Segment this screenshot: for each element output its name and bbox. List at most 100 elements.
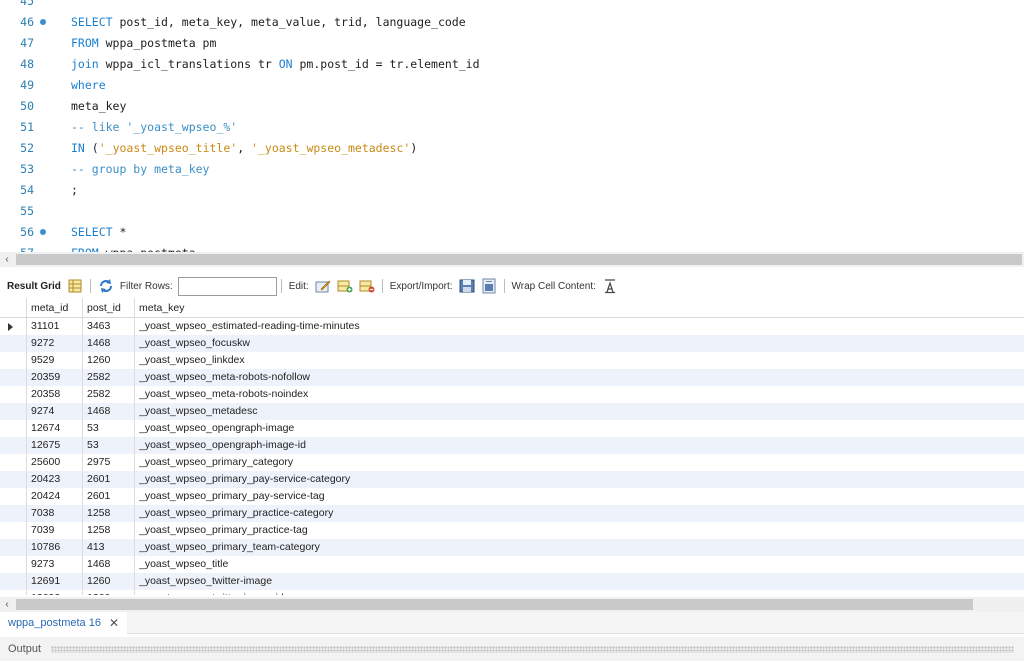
table-row[interactable]: 25600 2975 _yoast_wpseo_primary_category bbox=[0, 454, 1024, 471]
column-divider[interactable] bbox=[134, 298, 135, 595]
table-row[interactable]: 12692 1260 _yoast_wpseo_twitter-image-id bbox=[0, 590, 1024, 595]
scroll-left-icon[interactable]: ‹ bbox=[2, 597, 12, 612]
table-cell-meta-key[interactable]: _yoast_wpseo_primary_practice-tag bbox=[139, 522, 1019, 539]
table-row[interactable]: 9274 1468 _yoast_wpseo_metadesc bbox=[0, 403, 1024, 420]
table-cell-meta-key[interactable]: _yoast_wpseo_twitter-image-id bbox=[139, 590, 1019, 595]
table-cell-post-id[interactable]: 1258 bbox=[87, 505, 135, 522]
table-cell-meta-key[interactable]: _yoast_wpseo_opengraph-image-id bbox=[139, 437, 1019, 454]
table-row[interactable]: 7038 1258 _yoast_wpseo_primary_practice-ca… bbox=[0, 505, 1024, 522]
table-cell-meta-key[interactable]: _yoast_wpseo_linkdex bbox=[139, 352, 1019, 369]
grid-horizontal-scrollbar[interactable]: ‹ bbox=[0, 597, 1024, 612]
table-cell-meta-key[interactable]: _yoast_wpseo_metadesc bbox=[139, 403, 1019, 420]
column-divider[interactable] bbox=[26, 298, 27, 595]
edit-row-icon[interactable] bbox=[315, 278, 331, 294]
close-icon[interactable]: ✕ bbox=[109, 616, 119, 630]
table-row[interactable]: 9272 1468 _yoast_wpseo_focuskw bbox=[0, 335, 1024, 352]
editor-scrollbar-thumb[interactable] bbox=[16, 254, 1022, 265]
table-cell-meta-id[interactable]: 7039 bbox=[31, 522, 79, 539]
table-cell-meta-id[interactable]: 12674 bbox=[31, 420, 79, 437]
table-row[interactable]: 12674 53 _yoast_wpseo_opengraph-image bbox=[0, 420, 1024, 437]
code-line[interactable]: 52 IN ('_yoast_wpseo_title', '_yoast_wpse… bbox=[0, 138, 1024, 159]
table-cell-meta-id[interactable]: 7038 bbox=[31, 505, 79, 522]
table-cell-meta-id[interactable]: 9272 bbox=[31, 335, 79, 352]
result-grid-toggle[interactable]: Result Grid bbox=[4, 276, 86, 296]
code-line[interactable]: 55 bbox=[0, 201, 1024, 222]
table-row[interactable]: 20358 2582 _yoast_wpseo_meta-robots-noinde… bbox=[0, 386, 1024, 403]
filter-rows-input[interactable] bbox=[177, 276, 277, 296]
table-row[interactable]: 10786 413 _yoast_wpseo_primary_team-catego… bbox=[0, 539, 1024, 556]
table-cell-post-id[interactable]: 53 bbox=[87, 437, 135, 454]
table-cell-meta-key[interactable]: _yoast_wpseo_primary_pay-service-categor… bbox=[139, 471, 1019, 488]
table-cell-post-id[interactable]: 1260 bbox=[87, 352, 135, 369]
table-cell-post-id[interactable]: 2601 bbox=[87, 471, 135, 488]
table-cell-meta-id[interactable]: 12675 bbox=[31, 437, 79, 454]
delete-row-icon[interactable] bbox=[359, 278, 375, 294]
table-cell-meta-id[interactable]: 12692 bbox=[31, 590, 79, 595]
column-header-meta-id[interactable]: meta_id bbox=[31, 298, 79, 318]
grid-scrollbar-thumb[interactable] bbox=[16, 599, 973, 610]
table-cell-post-id[interactable]: 413 bbox=[87, 539, 135, 556]
table-row[interactable]: 9529 1260 _yoast_wpseo_linkdex bbox=[0, 352, 1024, 369]
code-line[interactable]: 45 bbox=[0, 0, 1024, 12]
table-cell-meta-key[interactable]: _yoast_wpseo_primary_category bbox=[139, 454, 1019, 471]
table-cell-post-id[interactable]: 2582 bbox=[87, 369, 135, 386]
panel-resize-grip[interactable] bbox=[51, 645, 1014, 653]
column-header-meta-key[interactable]: meta_key bbox=[139, 298, 1019, 318]
table-cell-meta-id[interactable]: 31101 bbox=[31, 318, 79, 335]
table-cell-meta-id[interactable]: 9274 bbox=[31, 403, 79, 420]
table-cell-meta-key[interactable]: _yoast_wpseo_primary_practice-category bbox=[139, 505, 1019, 522]
table-cell-meta-id[interactable]: 20358 bbox=[31, 386, 79, 403]
table-cell-meta-key[interactable]: _yoast_wpseo_opengraph-image bbox=[139, 420, 1019, 437]
table-cell-post-id[interactable]: 1260 bbox=[87, 590, 135, 595]
table-cell-meta-id[interactable]: 20423 bbox=[31, 471, 79, 488]
grid-layout-icon[interactable] bbox=[67, 278, 83, 294]
table-cell-post-id[interactable]: 1258 bbox=[87, 522, 135, 539]
table-row[interactable]: 12675 53 _yoast_wpseo_opengraph-image-id bbox=[0, 437, 1024, 454]
insert-row-icon[interactable] bbox=[337, 278, 353, 294]
code-line[interactable]: 54; bbox=[0, 180, 1024, 201]
table-row[interactable]: 20424 2601 _yoast_wpseo_primary_pay-servic… bbox=[0, 488, 1024, 505]
table-cell-meta-key[interactable]: _yoast_wpseo_title bbox=[139, 556, 1019, 573]
code-line[interactable]: 50 meta_key bbox=[0, 96, 1024, 117]
code-line[interactable]: 57 FROM wppa_postmeta bbox=[0, 243, 1024, 252]
scroll-left-icon[interactable]: ‹ bbox=[2, 252, 12, 267]
editor-horizontal-scrollbar[interactable]: ‹ bbox=[0, 252, 1024, 267]
table-cell-meta-id[interactable]: 20359 bbox=[31, 369, 79, 386]
code-line[interactable]: 46 SELECT post_id, meta_key, meta_value, … bbox=[0, 12, 1024, 33]
table-cell-meta-key[interactable]: _yoast_wpseo_estimated-reading-time-minu… bbox=[139, 318, 1019, 335]
table-cell-meta-key[interactable]: _yoast_wpseo_primary_team-category bbox=[139, 539, 1019, 556]
column-header-post-id[interactable]: post_id bbox=[87, 298, 135, 318]
table-cell-meta-id[interactable]: 9273 bbox=[31, 556, 79, 573]
code-line[interactable]: 48 join wppa_icl_translations tr ON pm.po… bbox=[0, 54, 1024, 75]
table-cell-post-id[interactable]: 1468 bbox=[87, 335, 135, 352]
table-row[interactable]: 20423 2601 _yoast_wpseo_primary_pay-servic… bbox=[0, 471, 1024, 488]
code-line[interactable]: 51 -- like '_yoast_wpseo_%' bbox=[0, 117, 1024, 138]
table-cell-post-id[interactable]: 3463 bbox=[87, 318, 135, 335]
code-line[interactable]: 49 where bbox=[0, 75, 1024, 96]
table-cell-post-id[interactable]: 2582 bbox=[87, 386, 135, 403]
output-panel-header[interactable]: Output bbox=[0, 637, 1024, 661]
table-row[interactable]: 12691 1260 _yoast_wpseo_twitter-image bbox=[0, 573, 1024, 590]
table-cell-post-id[interactable]: 2975 bbox=[87, 454, 135, 471]
table-cell-meta-key[interactable]: _yoast_wpseo_primary_pay-service-tag bbox=[139, 488, 1019, 505]
table-cell-meta-id[interactable]: 10786 bbox=[31, 539, 79, 556]
table-cell-meta-key[interactable]: _yoast_wpseo_meta-robots-nofollow bbox=[139, 369, 1019, 386]
table-cell-post-id[interactable]: 1468 bbox=[87, 403, 135, 420]
import-icon[interactable] bbox=[481, 278, 497, 294]
table-row[interactable]: 7039 1258 _yoast_wpseo_primary_practice-ta… bbox=[0, 522, 1024, 539]
code-line[interactable]: 47 FROM wppa_postmeta pm bbox=[0, 33, 1024, 54]
table-row[interactable]: 31101 3463 _yoast_wpseo_estimated-reading-… bbox=[0, 318, 1024, 335]
wrap-text-icon[interactable] bbox=[602, 278, 618, 294]
export-icon[interactable] bbox=[459, 278, 475, 294]
table-cell-meta-key[interactable]: _yoast_wpseo_meta-robots-noindex bbox=[139, 386, 1019, 403]
table-cell-post-id[interactable]: 53 bbox=[87, 420, 135, 437]
table-cell-post-id[interactable]: 2601 bbox=[87, 488, 135, 505]
table-cell-meta-id[interactable]: 9529 bbox=[31, 352, 79, 369]
refresh-icon[interactable] bbox=[98, 278, 114, 294]
table-cell-meta-id[interactable]: 12691 bbox=[31, 573, 79, 590]
column-divider[interactable] bbox=[82, 298, 83, 595]
result-grid[interactable]: meta_id post_id meta_key 31101 3463 _yoast_wp… bbox=[0, 298, 1024, 595]
table-cell-meta-id[interactable]: 25600 bbox=[31, 454, 79, 471]
sql-editor[interactable]: 45 46 SELECT post_id, meta_key, meta_value… bbox=[0, 0, 1024, 252]
table-row[interactable]: 9273 1468 _yoast_wpseo_title bbox=[0, 556, 1024, 573]
